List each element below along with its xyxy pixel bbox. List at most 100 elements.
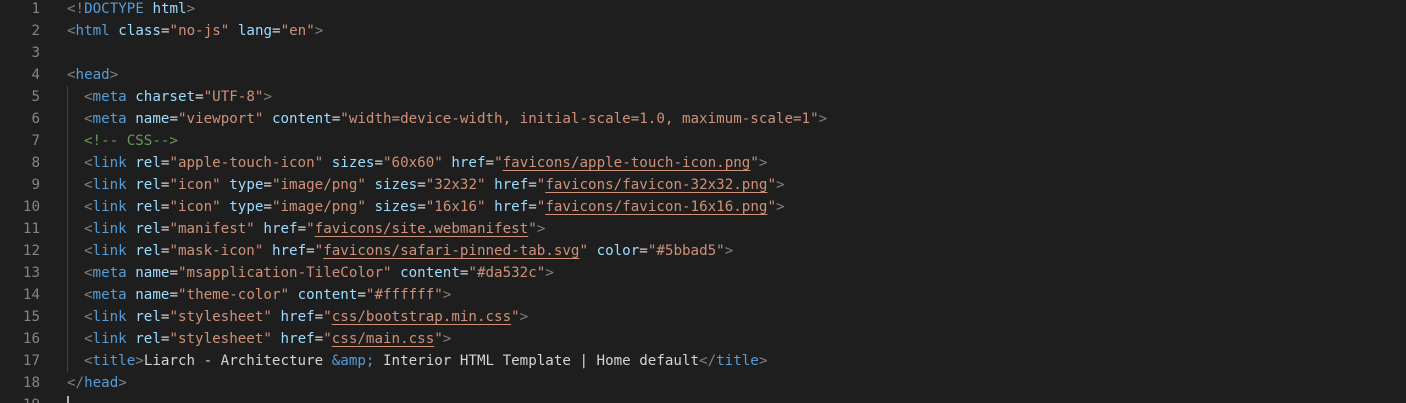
code-line[interactable]: 19 xyxy=(0,394,1406,403)
line-number: 8 xyxy=(31,155,40,171)
code-token: > xyxy=(442,287,452,303)
code-content: <html class="no-js" lang="en"> xyxy=(67,20,323,42)
code-token: = xyxy=(195,89,204,105)
code-line[interactable]: 6 <meta name="viewport" content="width=de… xyxy=(0,108,1406,130)
code-token: < xyxy=(84,309,93,325)
code-editor[interactable]: 1 <!DOCTYPE html> 2 <html class="no-js" lan… xyxy=(0,0,1406,403)
line-number: 15 xyxy=(22,309,40,325)
code-token: &amp; xyxy=(331,353,375,369)
code-token: href xyxy=(494,177,529,193)
code-token: sizes xyxy=(374,177,418,193)
code-token: = xyxy=(169,111,178,127)
code-token: = xyxy=(169,287,178,303)
code-token: "apple-touch-icon" xyxy=(169,155,324,171)
code-token: " xyxy=(767,177,776,193)
code-line[interactable]: 9 <link rel="icon" type="image/png" sizes… xyxy=(0,174,1406,196)
code-token: > xyxy=(818,111,828,127)
code-token: " xyxy=(767,199,776,215)
code-token: " xyxy=(494,155,503,171)
line-number: 13 xyxy=(22,265,40,281)
line-number: 4 xyxy=(31,67,40,83)
code-token: > xyxy=(442,331,452,347)
code-token: <!-- CSS--> xyxy=(84,133,178,149)
code-token: > xyxy=(536,221,546,237)
file-link[interactable]: favicons/apple-touch-icon.png xyxy=(503,155,751,171)
code-token: "UTF-8" xyxy=(203,89,264,105)
code-line[interactable]: 11 <link rel="manifest" href="favicons/si… xyxy=(0,218,1406,240)
code-token: " xyxy=(511,309,520,325)
code-token: head xyxy=(75,67,110,83)
file-link[interactable]: favicons/favicon-16x16.png xyxy=(545,199,767,215)
code-token: rel xyxy=(135,221,161,237)
code-line[interactable]: 12 <link rel="mask-icon" href="favicons/s… xyxy=(0,240,1406,262)
line-number: 6 xyxy=(31,111,40,127)
code-token: "mask-icon" xyxy=(169,243,264,259)
code-token: = xyxy=(639,243,648,259)
indent-guide xyxy=(67,240,84,262)
file-link[interactable]: favicons/safari-pinned-tab.svg xyxy=(323,243,579,259)
code-token: = xyxy=(485,155,495,171)
code-token: "width=device-width, initial-scale=1.0, … xyxy=(340,111,819,127)
code-token: < xyxy=(84,353,93,369)
code-content: <!DOCTYPE html> xyxy=(67,0,195,20)
code-token: " xyxy=(323,309,332,325)
code-token: = xyxy=(357,287,366,303)
indent-guide xyxy=(67,218,84,240)
code-line[interactable]: 7 <!-- CSS--> xyxy=(0,130,1406,152)
file-link[interactable]: css/main.css xyxy=(332,331,435,347)
code-line[interactable]: 1 <!DOCTYPE html> xyxy=(0,0,1406,20)
code-line[interactable]: 3 xyxy=(0,42,1406,64)
code-token: " xyxy=(323,331,332,347)
code-line[interactable]: 5 <meta charset="UTF-8"> xyxy=(0,86,1406,108)
code-content: <!-- CSS--> xyxy=(67,130,178,152)
code-token: = xyxy=(263,199,272,215)
code-token: title xyxy=(716,353,759,369)
code-token: "manifest" xyxy=(169,221,255,237)
code-line[interactable]: 17 <title>Liarch - Architecture &amp; Int… xyxy=(0,350,1406,372)
code-token: "image/png" xyxy=(271,177,366,193)
code-token: link xyxy=(92,331,127,347)
code-token: rel xyxy=(135,243,161,259)
code-line[interactable]: 13 <meta name="msapplication-TileColor" c… xyxy=(0,262,1406,284)
file-link[interactable]: css/bootstrap.min.css xyxy=(332,309,511,325)
code-line[interactable]: 4 <head> xyxy=(0,64,1406,86)
code-token: type xyxy=(229,199,264,215)
code-token: = xyxy=(160,23,170,39)
file-link[interactable]: favicons/site.webmanifest xyxy=(315,221,529,237)
code-token: = xyxy=(272,23,281,39)
code-token: class xyxy=(118,23,161,39)
code-token: > xyxy=(545,265,554,281)
code-line[interactable]: 14 <meta name="theme-color" content="#fff… xyxy=(0,284,1406,306)
code-line[interactable]: 16 <link rel="stylesheet" href="css/main.… xyxy=(0,328,1406,350)
code-token: meta xyxy=(92,287,127,303)
code-token: < xyxy=(84,111,93,127)
code-token: content xyxy=(297,287,358,303)
code-line[interactable]: 18 </head> xyxy=(0,372,1406,394)
code-token: name xyxy=(135,287,170,303)
code-line[interactable]: 10 <link rel="icon" type="image/png" size… xyxy=(0,196,1406,218)
code-line[interactable]: 2 <html class="no-js" lang="en"> xyxy=(0,20,1406,42)
code-token: Liarch - Architecture xyxy=(143,353,332,369)
line-number: 9 xyxy=(31,177,40,193)
line-number: 19 xyxy=(0,394,40,403)
code-token: meta xyxy=(92,265,127,281)
file-link[interactable]: favicons/favicon-32x32.png xyxy=(545,177,767,193)
code-token: "theme-color" xyxy=(177,287,290,303)
code-line[interactable]: 8 <link rel="apple-touch-icon" sizes="60x… xyxy=(0,152,1406,174)
code-token: " xyxy=(434,331,443,347)
code-line[interactable]: 15 <link rel="stylesheet" href="css/boots… xyxy=(0,306,1406,328)
code-token: > xyxy=(775,199,785,215)
line-number: 18 xyxy=(22,375,40,391)
code-token: < xyxy=(84,199,93,215)
line-number: 14 xyxy=(22,287,40,303)
